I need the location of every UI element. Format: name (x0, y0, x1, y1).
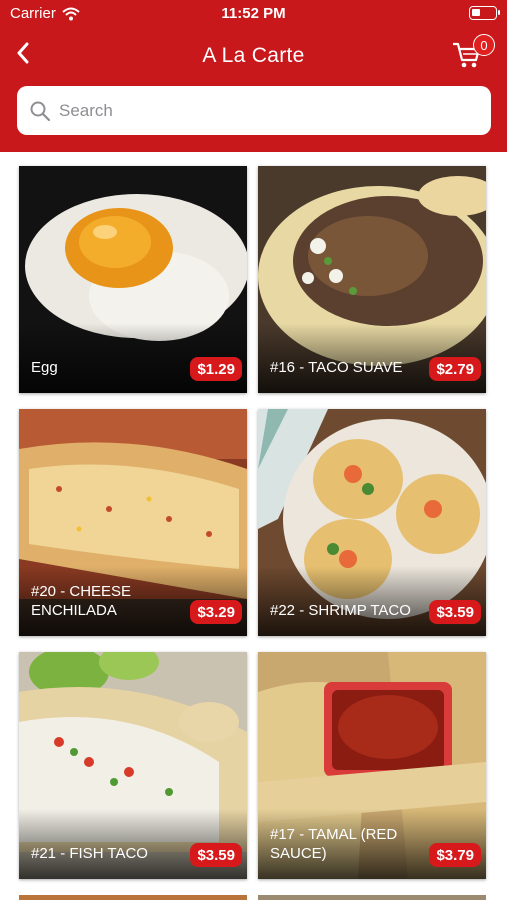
menu-grid: Egg $1.29 #16 - TACO SUAVE $2.79 #20 - C… (0, 152, 507, 900)
item-name: #16 - TACO SUAVE (270, 359, 403, 376)
battery-icon (469, 6, 500, 20)
menu-item-card-partial[interactable] (258, 895, 486, 900)
menu-item-card[interactable]: Egg $1.29 (19, 166, 247, 393)
item-name: #20 - CHEESE ENCHILADA (31, 583, 132, 619)
menu-item-card[interactable]: #16 - TACO SUAVE $2.79 (258, 166, 486, 393)
item-price-badge: $1.29 (190, 357, 242, 381)
search-input[interactable] (59, 100, 459, 121)
item-price-badge: $2.79 (429, 357, 481, 381)
status-time: 11:52 PM (221, 5, 286, 22)
menu-item-card[interactable]: #20 - CHEESE ENCHILADA $3.29 (19, 409, 247, 636)
search-bar[interactable] (17, 86, 491, 135)
menu-item-card[interactable]: #17 - TAMAL (RED SAUCE) $3.79 (258, 652, 486, 879)
page-title: A La Carte (202, 44, 305, 67)
item-price-badge: $3.59 (190, 843, 242, 867)
menu-item-card-partial[interactable] (19, 895, 247, 900)
search-icon (30, 101, 51, 121)
nav-bar: A La Carte 0 (0, 32, 507, 78)
item-name: #22 - SHRIMP TACO (270, 602, 411, 619)
item-name: Egg (31, 359, 58, 376)
cart-count-badge: 0 (473, 34, 495, 56)
item-name: #17 - TAMAL (RED SAUCE) (270, 826, 398, 862)
item-price-badge: $3.29 (190, 600, 242, 624)
item-price-badge: $3.79 (429, 843, 481, 867)
menu-item-card[interactable]: #22 - SHRIMP TACO $3.59 (258, 409, 486, 636)
item-name: #21 - FISH TACO (31, 845, 148, 862)
menu-item-card[interactable]: #21 - FISH TACO $3.59 (19, 652, 247, 879)
app-header: Carrier 11:52 PM A La Carte 0 (0, 0, 507, 152)
item-price-badge: $3.59 (429, 600, 481, 624)
status-bar: Carrier 11:52 PM (0, 0, 507, 28)
cart-button[interactable]: 0 (451, 32, 495, 72)
